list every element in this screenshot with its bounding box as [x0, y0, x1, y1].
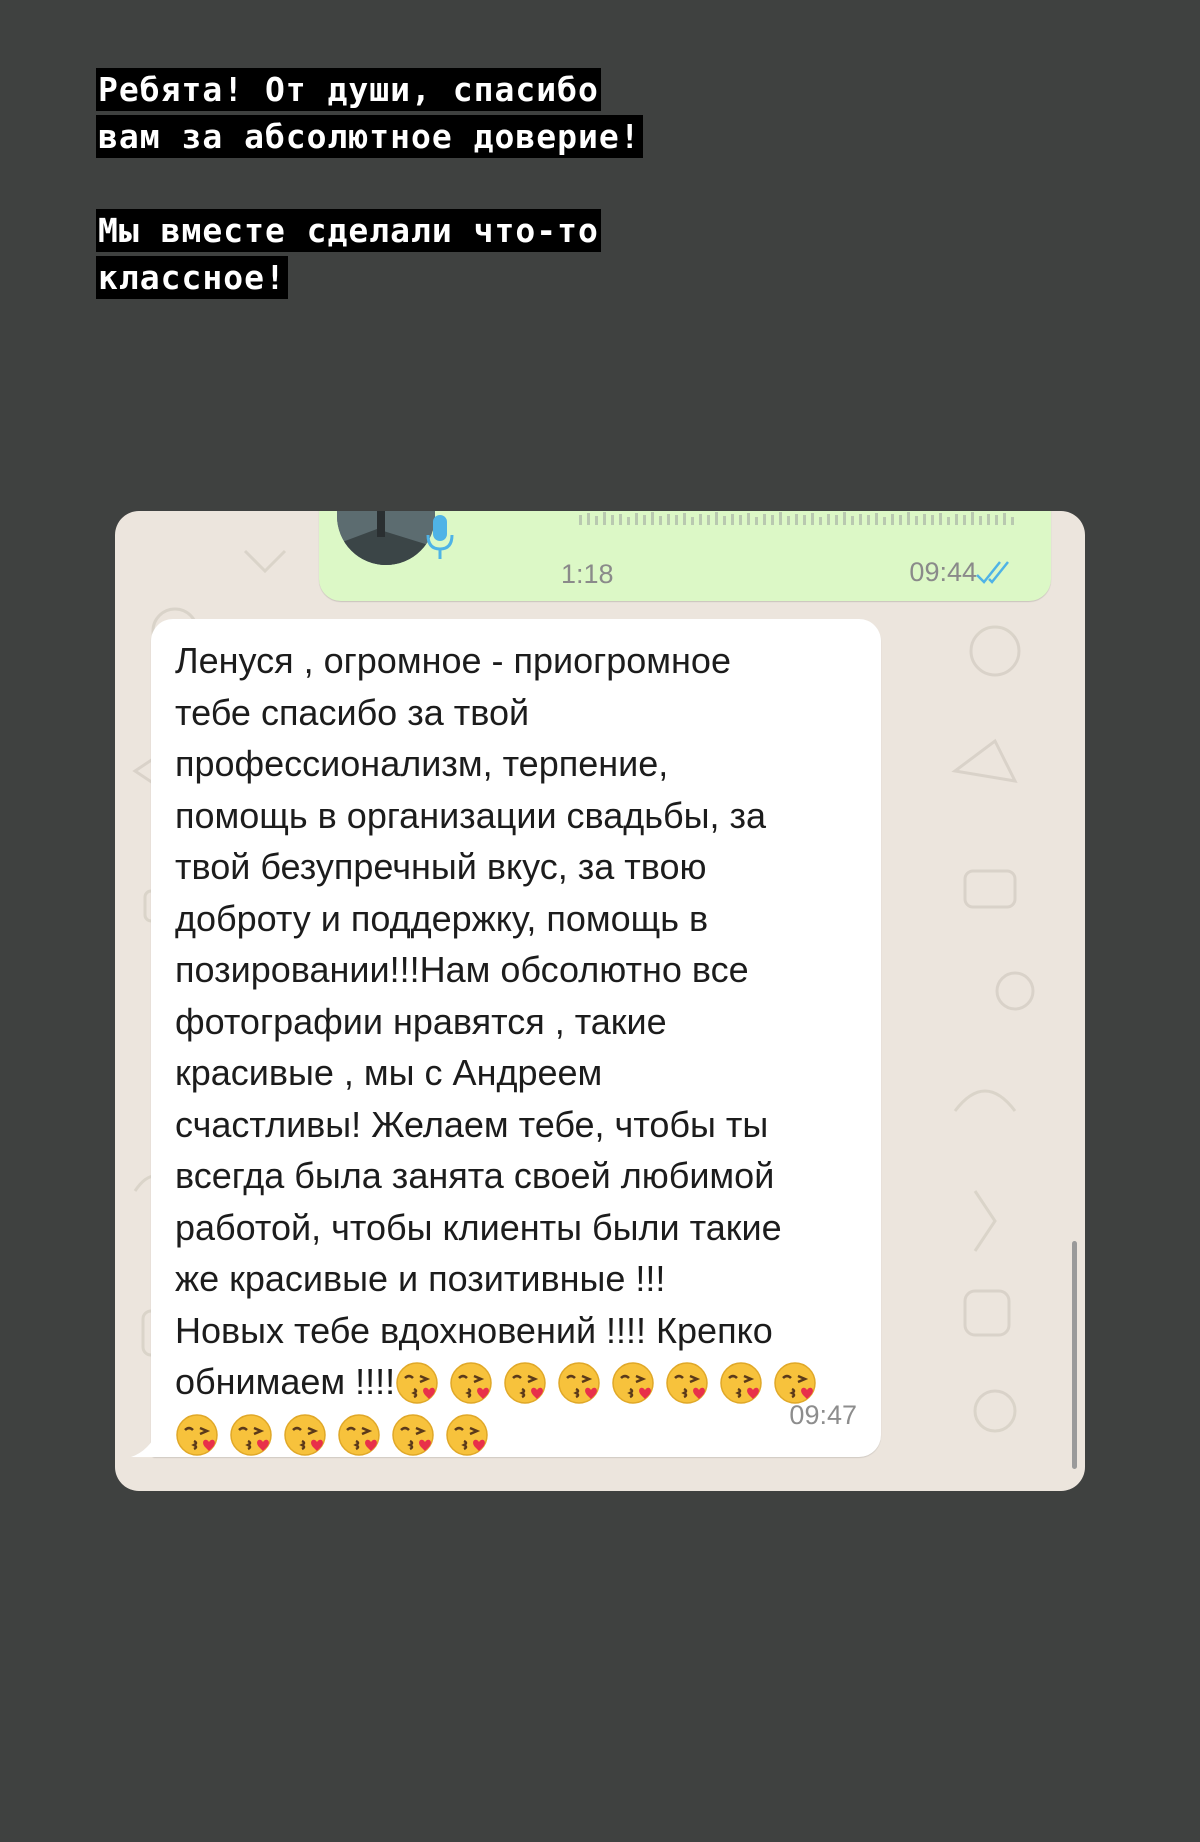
kiss-emoji-icon	[176, 1413, 218, 1456]
kiss-emoji-icon	[446, 1413, 488, 1456]
caption-line: вам за абсолютное доверие!	[96, 115, 643, 158]
kiss-emoji-icon	[396, 1362, 438, 1404]
message-text: Ленуся , огромное - приогромное тебе спа…	[175, 635, 865, 1459]
caption-line: Ребята! От души, спасибо	[96, 68, 601, 111]
kiss-emoji-icon	[284, 1413, 326, 1456]
kiss-emoji-icon	[504, 1362, 546, 1404]
double-check-read-icon	[976, 561, 1009, 584]
kiss-emoji-icon	[720, 1362, 762, 1404]
kiss-emoji-icon	[338, 1413, 380, 1456]
bubble-tail	[131, 1429, 159, 1457]
kiss-emoji-icon	[392, 1413, 434, 1456]
caption-line: Мы вместе сделали что-то	[96, 209, 601, 252]
kiss-emoji-icon	[666, 1362, 708, 1404]
message-timestamp: 09:47	[789, 1400, 857, 1430]
kiss-emoji-icon	[450, 1362, 492, 1404]
avatar	[337, 511, 435, 565]
caption-paragraph-1: Ребята! От души, спасибо вам за абсолютн…	[96, 66, 643, 160]
microphone-icon	[426, 515, 454, 559]
chat-screenshot: 1:18 09:44 Ленуся , огромное - приогромн…	[115, 511, 1085, 1491]
story-caption: Ребята! От души, спасибо вам за абсолютн…	[96, 66, 643, 348]
caption-line: классное!	[96, 256, 288, 299]
kiss-emoji-icon	[612, 1362, 654, 1404]
caption-paragraph-2: Мы вместе сделали что-то классное!	[96, 207, 643, 301]
incoming-message-bubble[interactable]: Ленуся , огромное - приогромное тебе спа…	[131, 619, 881, 1459]
message-body: Ленуся , огромное - приогромное тебе спа…	[175, 640, 782, 1402]
message-timestamp: 09:44	[909, 557, 977, 587]
voice-message-bubble[interactable]: 1:18 09:44	[319, 511, 1051, 601]
scrollbar[interactable]	[1072, 1241, 1077, 1469]
kiss-emoji-icon	[230, 1413, 272, 1456]
audio-waveform[interactable]	[579, 511, 1019, 525]
voice-duration: 1:18	[561, 559, 614, 589]
kiss-emoji-icon	[558, 1362, 600, 1404]
